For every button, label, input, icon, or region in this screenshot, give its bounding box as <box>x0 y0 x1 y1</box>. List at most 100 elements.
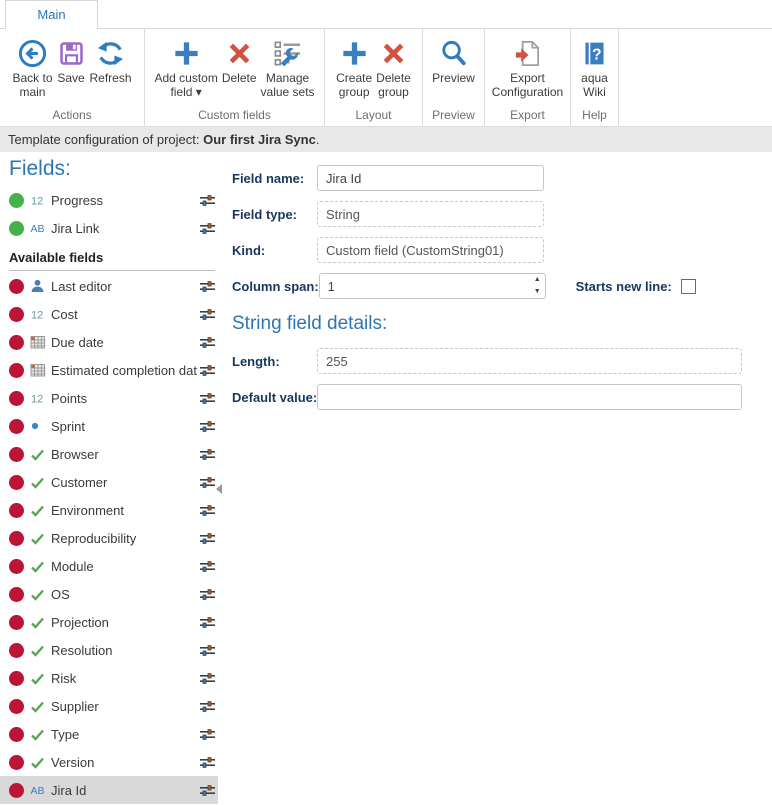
ribbon-group-layout: Create group Delete group Layout <box>325 29 423 126</box>
group-label-help: Help <box>571 108 618 126</box>
field-row-last-editor[interactable]: Last editor <box>9 272 218 300</box>
help-book-icon: ? <box>580 35 609 71</box>
field-settings-icon[interactable] <box>199 308 216 321</box>
delete-field-button[interactable]: Delete <box>220 33 259 108</box>
field-settings-icon[interactable] <box>199 448 216 461</box>
export-configuration-button[interactable]: Export Configuration <box>490 33 565 108</box>
status-circle-red <box>9 279 24 294</box>
manage-value-sets-button[interactable]: Manage value sets <box>259 33 317 108</box>
field-row-os[interactable]: OS <box>9 580 218 608</box>
field-settings-icon[interactable] <box>199 336 216 349</box>
status-circle-red <box>9 587 24 602</box>
field-settings-icon[interactable] <box>199 222 216 235</box>
field-settings-icon[interactable] <box>199 756 216 769</box>
field-settings-icon[interactable] <box>199 644 216 657</box>
length-input <box>317 348 742 374</box>
preview-button[interactable]: Preview <box>430 33 477 108</box>
field-row-type[interactable]: Type <box>9 720 218 748</box>
field-label: Progress <box>51 193 199 208</box>
status-circle-red <box>9 419 24 434</box>
status-circle-red <box>9 671 24 686</box>
field-label: Version <box>51 755 199 770</box>
field-row-sprint[interactable]: Sprint <box>9 412 218 440</box>
ribbon-group-export: Export Configuration Export <box>485 29 571 126</box>
field-row-resolution[interactable]: Resolution <box>9 636 218 664</box>
status-circle-red <box>9 307 24 322</box>
back-to-main-button[interactable]: Back to main <box>10 33 54 108</box>
field-label: Supplier <box>51 699 199 714</box>
active-fields-list: 12ProgressABJira Link <box>9 186 218 242</box>
field-settings-icon[interactable] <box>199 280 216 293</box>
field-label: Sprint <box>51 419 199 434</box>
field-row-browser[interactable]: Browser <box>9 440 218 468</box>
field-settings-icon[interactable] <box>199 728 216 741</box>
field-settings-icon[interactable] <box>199 364 216 377</box>
aqua-wiki-button[interactable]: ? aqua Wiki <box>578 33 611 108</box>
field-settings-icon[interactable] <box>199 532 216 545</box>
column-span-input[interactable] <box>319 273 546 299</box>
date-icon <box>30 363 51 377</box>
field-row-due-date[interactable]: Due date <box>9 328 218 356</box>
tab-main[interactable]: Main <box>5 0 98 29</box>
field-type-label: Field type: <box>232 207 317 222</box>
field-settings-icon[interactable] <box>199 616 216 629</box>
refresh-button[interactable]: Refresh <box>88 33 134 108</box>
field-settings-icon[interactable] <box>199 672 216 685</box>
spin-up-button[interactable]: ▲ <box>534 276 541 284</box>
group-label-preview: Preview <box>423 108 484 126</box>
field-row-jira-link[interactable]: ABJira Link <box>9 214 218 242</box>
check-icon <box>30 476 51 489</box>
field-settings-icon[interactable] <box>199 392 216 405</box>
field-label: Points <box>51 391 199 406</box>
field-settings-icon[interactable] <box>199 560 216 573</box>
fields-panel-title: Fields: <box>9 157 218 181</box>
field-settings-icon[interactable] <box>199 700 216 713</box>
field-row-environment[interactable]: Environment <box>9 496 218 524</box>
number-icon: 12 <box>30 193 51 207</box>
field-row-estimated-completion-dat[interactable]: Estimated completion dat <box>9 356 218 384</box>
starts-new-line-checkbox[interactable] <box>681 279 696 294</box>
field-settings-icon[interactable] <box>199 588 216 601</box>
status-circle-red <box>9 755 24 770</box>
field-row-customer[interactable]: Customer <box>9 468 218 496</box>
add-custom-field-label: Add custom field ▾ <box>154 71 217 99</box>
create-group-button[interactable]: Create group <box>334 33 374 108</box>
field-settings-icon[interactable] <box>199 476 216 489</box>
spin-down-button[interactable]: ▼ <box>534 288 541 296</box>
field-row-progress[interactable]: 12Progress <box>9 186 218 214</box>
ribbon: Back to main Save Refresh Actions <box>0 29 772 127</box>
content-area: Fields: 12ProgressABJira Link Available … <box>0 152 772 804</box>
add-custom-field-button[interactable]: Add custom field ▾ <box>152 33 219 108</box>
field-row-reproducibility[interactable]: Reproducibility <box>9 524 218 552</box>
check-icon <box>30 504 51 517</box>
field-settings-icon[interactable] <box>199 504 216 517</box>
field-row-cost[interactable]: 12Cost <box>9 300 218 328</box>
check-icon <box>30 644 51 657</box>
field-row-points[interactable]: 12Points <box>9 384 218 412</box>
default-value-label: Default value: <box>232 390 317 405</box>
default-value-input[interactable] <box>317 384 742 410</box>
template-config-bar: Template configuration of project: Our f… <box>0 127 772 152</box>
save-floppy-icon <box>57 35 86 71</box>
number-icon: 12 <box>30 307 51 321</box>
field-row-risk[interactable]: Risk <box>9 664 218 692</box>
save-button[interactable]: Save <box>55 33 88 108</box>
delete-group-label: Delete group <box>376 71 411 99</box>
field-row-module[interactable]: Module <box>9 552 218 580</box>
field-row-version[interactable]: Version <box>9 748 218 776</box>
preview-label: Preview <box>432 71 475 85</box>
field-row-projection[interactable]: Projection <box>9 608 218 636</box>
export-configuration-label: Export Configuration <box>492 71 563 99</box>
field-settings-icon[interactable] <box>199 194 216 207</box>
splitter-collapse-arrow[interactable] <box>216 484 222 494</box>
field-name-input[interactable] <box>317 165 544 191</box>
field-settings-icon[interactable] <box>199 420 216 433</box>
field-settings-icon[interactable] <box>199 784 216 797</box>
manage-value-sets-label: Manage value sets <box>261 71 315 99</box>
delete-group-button[interactable]: Delete group <box>374 33 413 108</box>
field-label: Jira Link <box>51 221 199 236</box>
field-row-supplier[interactable]: Supplier <box>9 692 218 720</box>
field-row-jira-id[interactable]: ABJira Id <box>0 776 218 804</box>
field-label: Cost <box>51 307 199 322</box>
value-sets-wrench-icon <box>272 35 303 71</box>
